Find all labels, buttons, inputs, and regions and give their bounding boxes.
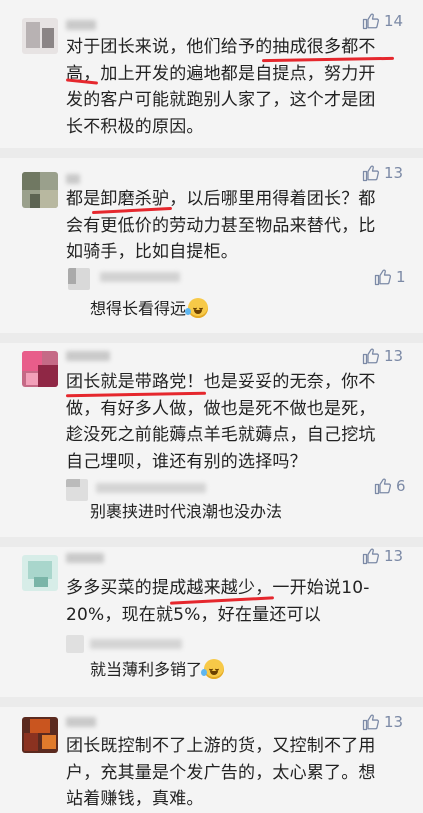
username — [90, 639, 182, 649]
like-button[interactable]: 13 — [362, 164, 403, 182]
laughing-crying-emoji-icon — [201, 659, 225, 679]
comment-line: 对于团长来说，他们给予的抽成很多都不 — [66, 37, 376, 57]
comment-line: 户，充其量是个发广告的，太心累了。想 — [66, 762, 376, 783]
avatar[interactable] — [66, 479, 88, 501]
like-button[interactable]: 14 — [362, 12, 403, 30]
comment-text: 团长就是带路党！也是妥妥的无奈，你不 做，有好多人做，做也是死不做也是死， 趁没… — [66, 369, 376, 475]
comment-line: 都是卸磨杀驴，以后哪里用得着团长？都 — [66, 189, 376, 209]
comment-line: 长不积极的原因。 — [66, 116, 204, 137]
reply: 1 想得长看得远 — [66, 266, 411, 326]
comment-line: 团长既控制不了上游的货，又控制不了用 — [66, 736, 376, 756]
thumbs-up-icon — [362, 348, 380, 365]
reply-text: 别裹挟进时代浪潮也没办法 — [90, 501, 282, 523]
comment-line: 做，有好多人做，做也是死不做也是死， — [66, 398, 376, 419]
reply: 就当薄利多销了 — [66, 633, 411, 683]
avatar[interactable] — [68, 268, 90, 290]
comment-line: 高，加上开发的遍地都是自提点，努力开 — [66, 63, 376, 84]
avatar[interactable] — [66, 635, 84, 653]
thumbs-up-icon — [362, 714, 380, 731]
like-count: 13 — [384, 713, 404, 731]
like-count: 6 — [396, 477, 406, 495]
thumbs-up-icon — [362, 165, 380, 182]
comment-text: 都是卸磨杀驴，以后哪里用得着团长？都 会有更低价的劳动力甚至物品来替代，比 如骑… — [66, 186, 376, 266]
comment-line: 20%，现在就5%，好在量还可以 — [66, 604, 321, 625]
reply-text-content: 就当薄利多销了 — [90, 660, 203, 679]
comment-text: 团长既控制不了上游的货，又控制不了用 户，充其量是个发广告的，太心累了。想 站着… — [66, 733, 376, 813]
like-count: 13 — [384, 164, 404, 182]
comment-line: 会有更低价的劳动力甚至物品来替代，比 — [66, 215, 376, 236]
username — [66, 174, 80, 184]
divider — [0, 537, 423, 547]
username — [66, 351, 110, 361]
like-count: 13 — [384, 347, 404, 365]
like-button[interactable]: 6 — [374, 477, 406, 495]
like-button[interactable]: 13 — [362, 713, 403, 731]
avatar[interactable] — [22, 555, 58, 591]
comment-line: 趁没死之前能薅点羊毛就薅点，自己挖坑 — [66, 425, 376, 445]
comment-line: 发的客户可能就跑别人家了，这个才是团 — [66, 90, 376, 110]
like-count: 13 — [384, 547, 404, 565]
reply-text-content: 别裹挟进时代浪潮也没办法 — [90, 502, 283, 521]
thumbs-up-icon — [362, 548, 380, 565]
username — [66, 717, 96, 727]
like-count: 14 — [384, 12, 404, 30]
divider — [0, 697, 423, 707]
comment-line: 多多买菜的提成越来越少，一开始说10- — [66, 578, 370, 598]
thumbs-up-icon — [374, 269, 392, 286]
like-count: 1 — [396, 268, 406, 286]
thumbs-up-icon — [374, 478, 392, 495]
username — [96, 483, 206, 493]
divider — [0, 148, 423, 158]
comment-line: 团长就是带路党！也是妥妥的无奈，你不 — [66, 372, 376, 392]
username — [100, 272, 180, 282]
username — [66, 20, 96, 30]
avatar[interactable] — [22, 172, 58, 208]
thumbs-up-icon — [362, 13, 380, 30]
comment-line: 如骑手，比如自提柜。 — [66, 242, 238, 262]
like-button[interactable]: 13 — [362, 347, 403, 365]
avatar[interactable] — [22, 351, 58, 387]
avatar[interactable] — [22, 717, 58, 753]
comment-text: 对于团长来说，他们给予的抽成很多都不 高，加上开发的遍地都是自提点，努力开 发的… — [66, 34, 376, 140]
reply-text: 就当薄利多销了 — [90, 659, 225, 681]
reply-text-content: 想得长看得远 — [90, 299, 187, 318]
username — [66, 553, 104, 563]
comment-line: 自己埋呗，谁还有别的选择吗？ — [66, 451, 307, 472]
like-button[interactable]: 1 — [374, 268, 406, 286]
like-button[interactable]: 13 — [362, 547, 403, 565]
avatar[interactable] — [22, 18, 58, 54]
reply: 6 别裹挟进时代浪潮也没办法 — [66, 477, 411, 537]
comment-line: 站着赚钱，真难。 — [66, 789, 204, 809]
reply-text: 想得长看得远 — [90, 298, 209, 320]
laughing-crying-emoji-icon — [185, 298, 209, 318]
divider — [0, 333, 423, 343]
